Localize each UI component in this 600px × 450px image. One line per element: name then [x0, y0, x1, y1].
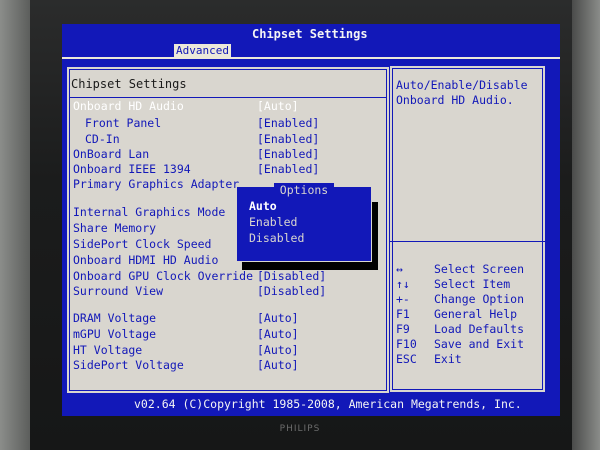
help-text: Auto/Enable/Disable Onboard HD Audio.	[396, 78, 528, 107]
footer-bar: v02.64 (C)Copyright 1985-2008, American …	[62, 394, 560, 414]
setting-value[interactable]: [Enabled]	[257, 162, 319, 176]
key-name: F9	[396, 322, 410, 336]
setting-value[interactable]: [Auto]	[257, 327, 299, 341]
setting-value[interactable]: [Enabled]	[257, 147, 319, 161]
popup-option[interactable]: Auto	[249, 199, 277, 213]
key-name: ↑↓	[396, 277, 410, 291]
tab-divider	[62, 57, 560, 59]
setting-label: Onboard IEEE 1394	[73, 162, 191, 176]
key-name: F1	[396, 307, 410, 321]
popup-title: Options	[237, 179, 371, 198]
setting-label: Onboard HDMI HD Audio	[73, 253, 219, 267]
key-description: Change Option	[434, 292, 525, 306]
key-description: Select Item	[434, 277, 511, 291]
options-popup: Options Auto Enabled Disabled	[236, 183, 372, 262]
setting-label: SidePort Voltage	[73, 358, 184, 372]
key-description: Save and Exit	[434, 337, 525, 351]
bios-screen: Chipset Settings Advanced Chipset Settin…	[62, 24, 560, 416]
setting-label: DRAM Voltage	[73, 311, 157, 325]
key-description: General Help	[434, 307, 518, 321]
tab-advanced[interactable]: Advanced	[174, 44, 231, 58]
setting-label: Onboard HD Audio	[73, 99, 184, 113]
key-description: Load Defaults	[434, 322, 525, 336]
setting-value[interactable]: [Disabled]	[257, 284, 326, 298]
key-description: Select Screen	[434, 262, 525, 276]
background-wall	[572, 0, 600, 450]
setting-value[interactable]: [Enabled]	[257, 116, 319, 130]
setting-label: Internal Graphics Mode	[73, 205, 226, 219]
setting-label: Front Panel	[85, 116, 162, 130]
key-description: Exit	[434, 352, 462, 366]
help-panel: Auto/Enable/Disable Onboard HD Audio. ↔ S…	[390, 66, 545, 392]
key-name: ↔	[396, 262, 403, 276]
setting-label: Surround View	[73, 284, 164, 298]
key-name: ESC	[396, 352, 417, 366]
section-divider	[69, 97, 387, 98]
setting-label: CD-In	[85, 132, 120, 146]
copyright-text: v02.64 (C)Copyright 1985-2008, American …	[134, 397, 522, 411]
section-title: Chipset Settings	[71, 77, 187, 91]
monitor-brand-logo: PHILIPS	[279, 424, 321, 434]
setting-value[interactable]: [Enabled]	[257, 132, 319, 146]
setting-label: SidePort Clock Speed	[73, 237, 212, 251]
setting-label: Onboard GPU Clock Override	[73, 269, 254, 283]
setting-value[interactable]: [Auto]	[257, 358, 299, 372]
popup-option[interactable]: Disabled	[249, 231, 304, 245]
setting-value[interactable]: [Auto]	[257, 343, 299, 357]
setting-label: Share Memory	[73, 221, 157, 235]
setting-label: Primary Graphics Adapter	[73, 177, 240, 191]
help-divider	[390, 241, 545, 242]
setting-label: OnBoard Lan	[73, 147, 150, 161]
setting-label: mGPU Voltage	[73, 327, 157, 341]
page-title: Chipset Settings	[252, 27, 368, 41]
key-name: F10	[396, 337, 417, 351]
key-name: +-	[396, 292, 410, 306]
setting-value[interactable]: [Disabled]	[257, 269, 326, 283]
background-wall	[0, 0, 30, 450]
setting-label: HT Voltage	[73, 343, 143, 357]
setting-value[interactable]: [Auto]	[257, 311, 299, 325]
setting-value[interactable]: [Auto]	[257, 99, 299, 113]
title-bar: Chipset Settings	[62, 24, 560, 44]
popup-option[interactable]: Enabled	[249, 215, 297, 229]
